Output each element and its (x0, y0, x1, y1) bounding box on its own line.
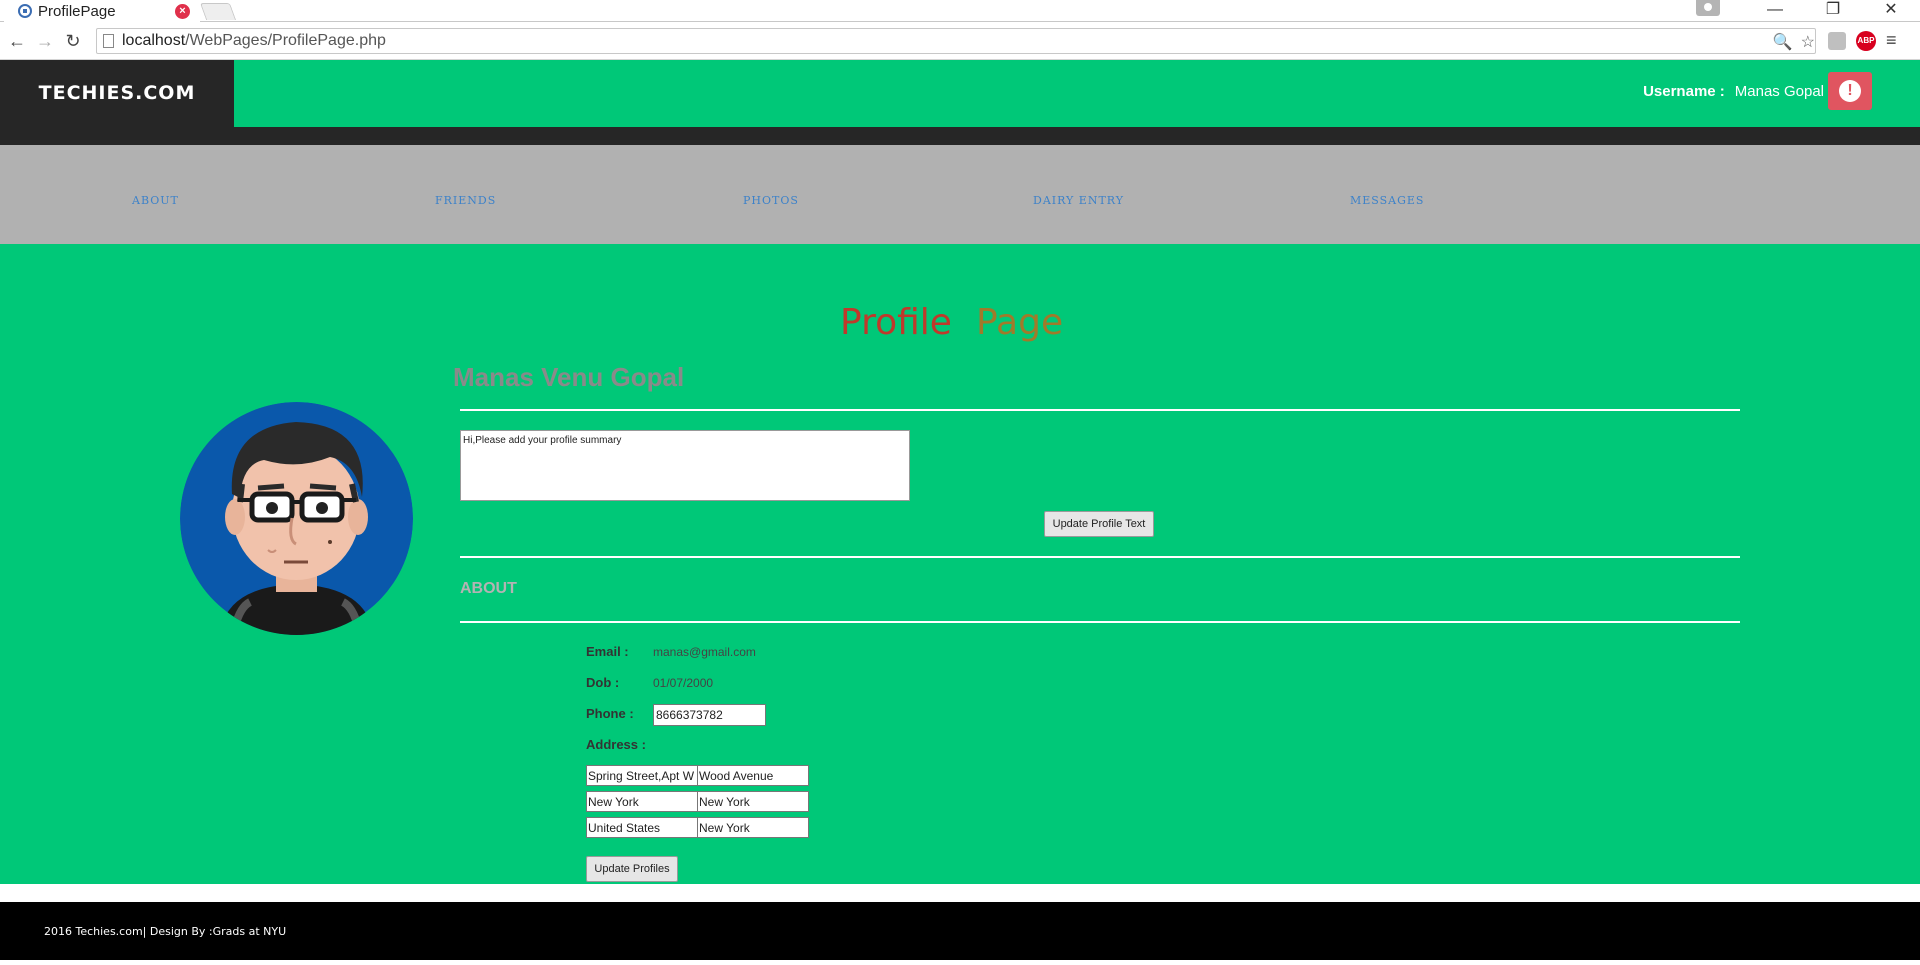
email-value: manas@gmail.com (653, 645, 756, 659)
omnibox-icons: 🔍 ☆ (1773, 32, 1815, 52)
page-title: Profile Page (840, 302, 1063, 343)
address-city-input[interactable] (586, 791, 698, 812)
alert-icon: ! (1839, 80, 1861, 102)
site-header: TECHIES.COM Username : Manas Gopal ! (0, 60, 1920, 127)
nav-link-messages[interactable]: MESSAGES (1350, 194, 1424, 207)
tab-title: ProfilePage (38, 2, 116, 20)
address-bar[interactable]: localhost /WebPages/ProfilePage.php 🔍 ☆ (96, 28, 1816, 54)
brand-logo[interactable]: TECHIES.COM (0, 60, 234, 127)
nav-link-photos[interactable]: PHOTOS (743, 194, 799, 207)
user-area: Username : Manas Gopal ! (1643, 72, 1872, 110)
bottom-strip (0, 960, 1920, 965)
divider (460, 556, 1740, 558)
profile-main: Profile Page Manas Venu Gopal Hi,Please … (0, 244, 1920, 884)
footer-text: 2016 Techies.com| Design By :Grads at NY… (44, 925, 287, 938)
restore-button[interactable]: ❐ (1804, 0, 1862, 22)
address-label: Address : (586, 737, 646, 752)
page-icon (103, 34, 114, 48)
main-navigation: ABOUT FRIENDS PHOTOS DAIRY ENTRY MESSAGE… (0, 145, 1920, 244)
browser-profile-icon[interactable] (1696, 0, 1720, 16)
about-heading: ABOUT (460, 580, 517, 597)
browser-toolbar: ← → ↻ localhost /WebPages/ProfilePage.ph… (0, 22, 1920, 60)
header-divider-band (0, 127, 1920, 145)
update-profile-text-button[interactable]: Update Profile Text (1044, 511, 1154, 537)
browser-tabstrip: ProfilePage × — ❐ ✕ (0, 0, 1920, 22)
profile-full-name: Manas Venu Gopal (453, 362, 685, 392)
extension-icons: ABP ≡ (1828, 30, 1897, 51)
divider (460, 409, 1740, 411)
address-line1-input[interactable] (586, 765, 698, 786)
username-label: Username : (1643, 82, 1725, 100)
phone-label: Phone : (586, 706, 634, 721)
reload-icon[interactable]: ↻ (62, 30, 84, 52)
phone-input[interactable] (653, 704, 766, 726)
extension-icon[interactable] (1828, 31, 1846, 50)
username-value: Manas Gopal (1734, 82, 1824, 100)
avatar-illustration (180, 402, 413, 635)
address-region-input[interactable] (697, 817, 809, 838)
minimize-button[interactable]: — (1746, 0, 1804, 22)
site-favicon-icon (18, 4, 32, 18)
update-profiles-button[interactable]: Update Profiles (586, 856, 678, 882)
url-host: localhost (122, 32, 186, 49)
email-label: Email : (586, 644, 629, 659)
adblock-icon[interactable]: ABP (1856, 30, 1876, 51)
forward-arrow-icon[interactable]: → (34, 30, 56, 52)
nav-link-dairy-entry[interactable]: DAIRY ENTRY (1033, 194, 1124, 207)
address-state-input[interactable] (697, 791, 809, 812)
dob-label: Dob : (586, 675, 620, 690)
close-tab-icon[interactable]: × (175, 4, 190, 19)
address-country-input[interactable] (586, 817, 698, 838)
bookmark-star-icon[interactable]: ☆ (1801, 32, 1815, 52)
address-line2-input[interactable] (697, 765, 809, 786)
site-footer: 2016 Techies.com| Design By :Grads at NY… (0, 902, 1920, 960)
window-controls: — ❐ ✕ (1746, 0, 1920, 22)
url-path: /WebPages/ProfilePage.php (185, 32, 386, 49)
browser-tab[interactable]: ProfilePage × (4, 0, 200, 22)
profile-summary-textarea[interactable]: Hi,Please add your profile summary (460, 430, 910, 501)
page-title-part1: Profile (840, 302, 952, 343)
zoom-icon[interactable]: 🔍 (1773, 32, 1793, 52)
logout-button[interactable]: ! (1828, 72, 1872, 110)
new-tab-button[interactable] (199, 3, 237, 20)
dob-value: 01/07/2000 (653, 676, 714, 690)
back-arrow-icon[interactable]: ← (6, 30, 28, 52)
page-title-part2: Page (975, 302, 1064, 343)
page-gap (0, 884, 1920, 902)
divider (460, 621, 1740, 623)
browser-menu-icon[interactable]: ≡ (1886, 30, 1897, 51)
nav-link-about[interactable]: ABOUT (132, 194, 179, 207)
nav-link-friends[interactable]: FRIENDS (435, 194, 496, 207)
avatar (180, 402, 413, 635)
close-window-button[interactable]: ✕ (1862, 0, 1920, 22)
